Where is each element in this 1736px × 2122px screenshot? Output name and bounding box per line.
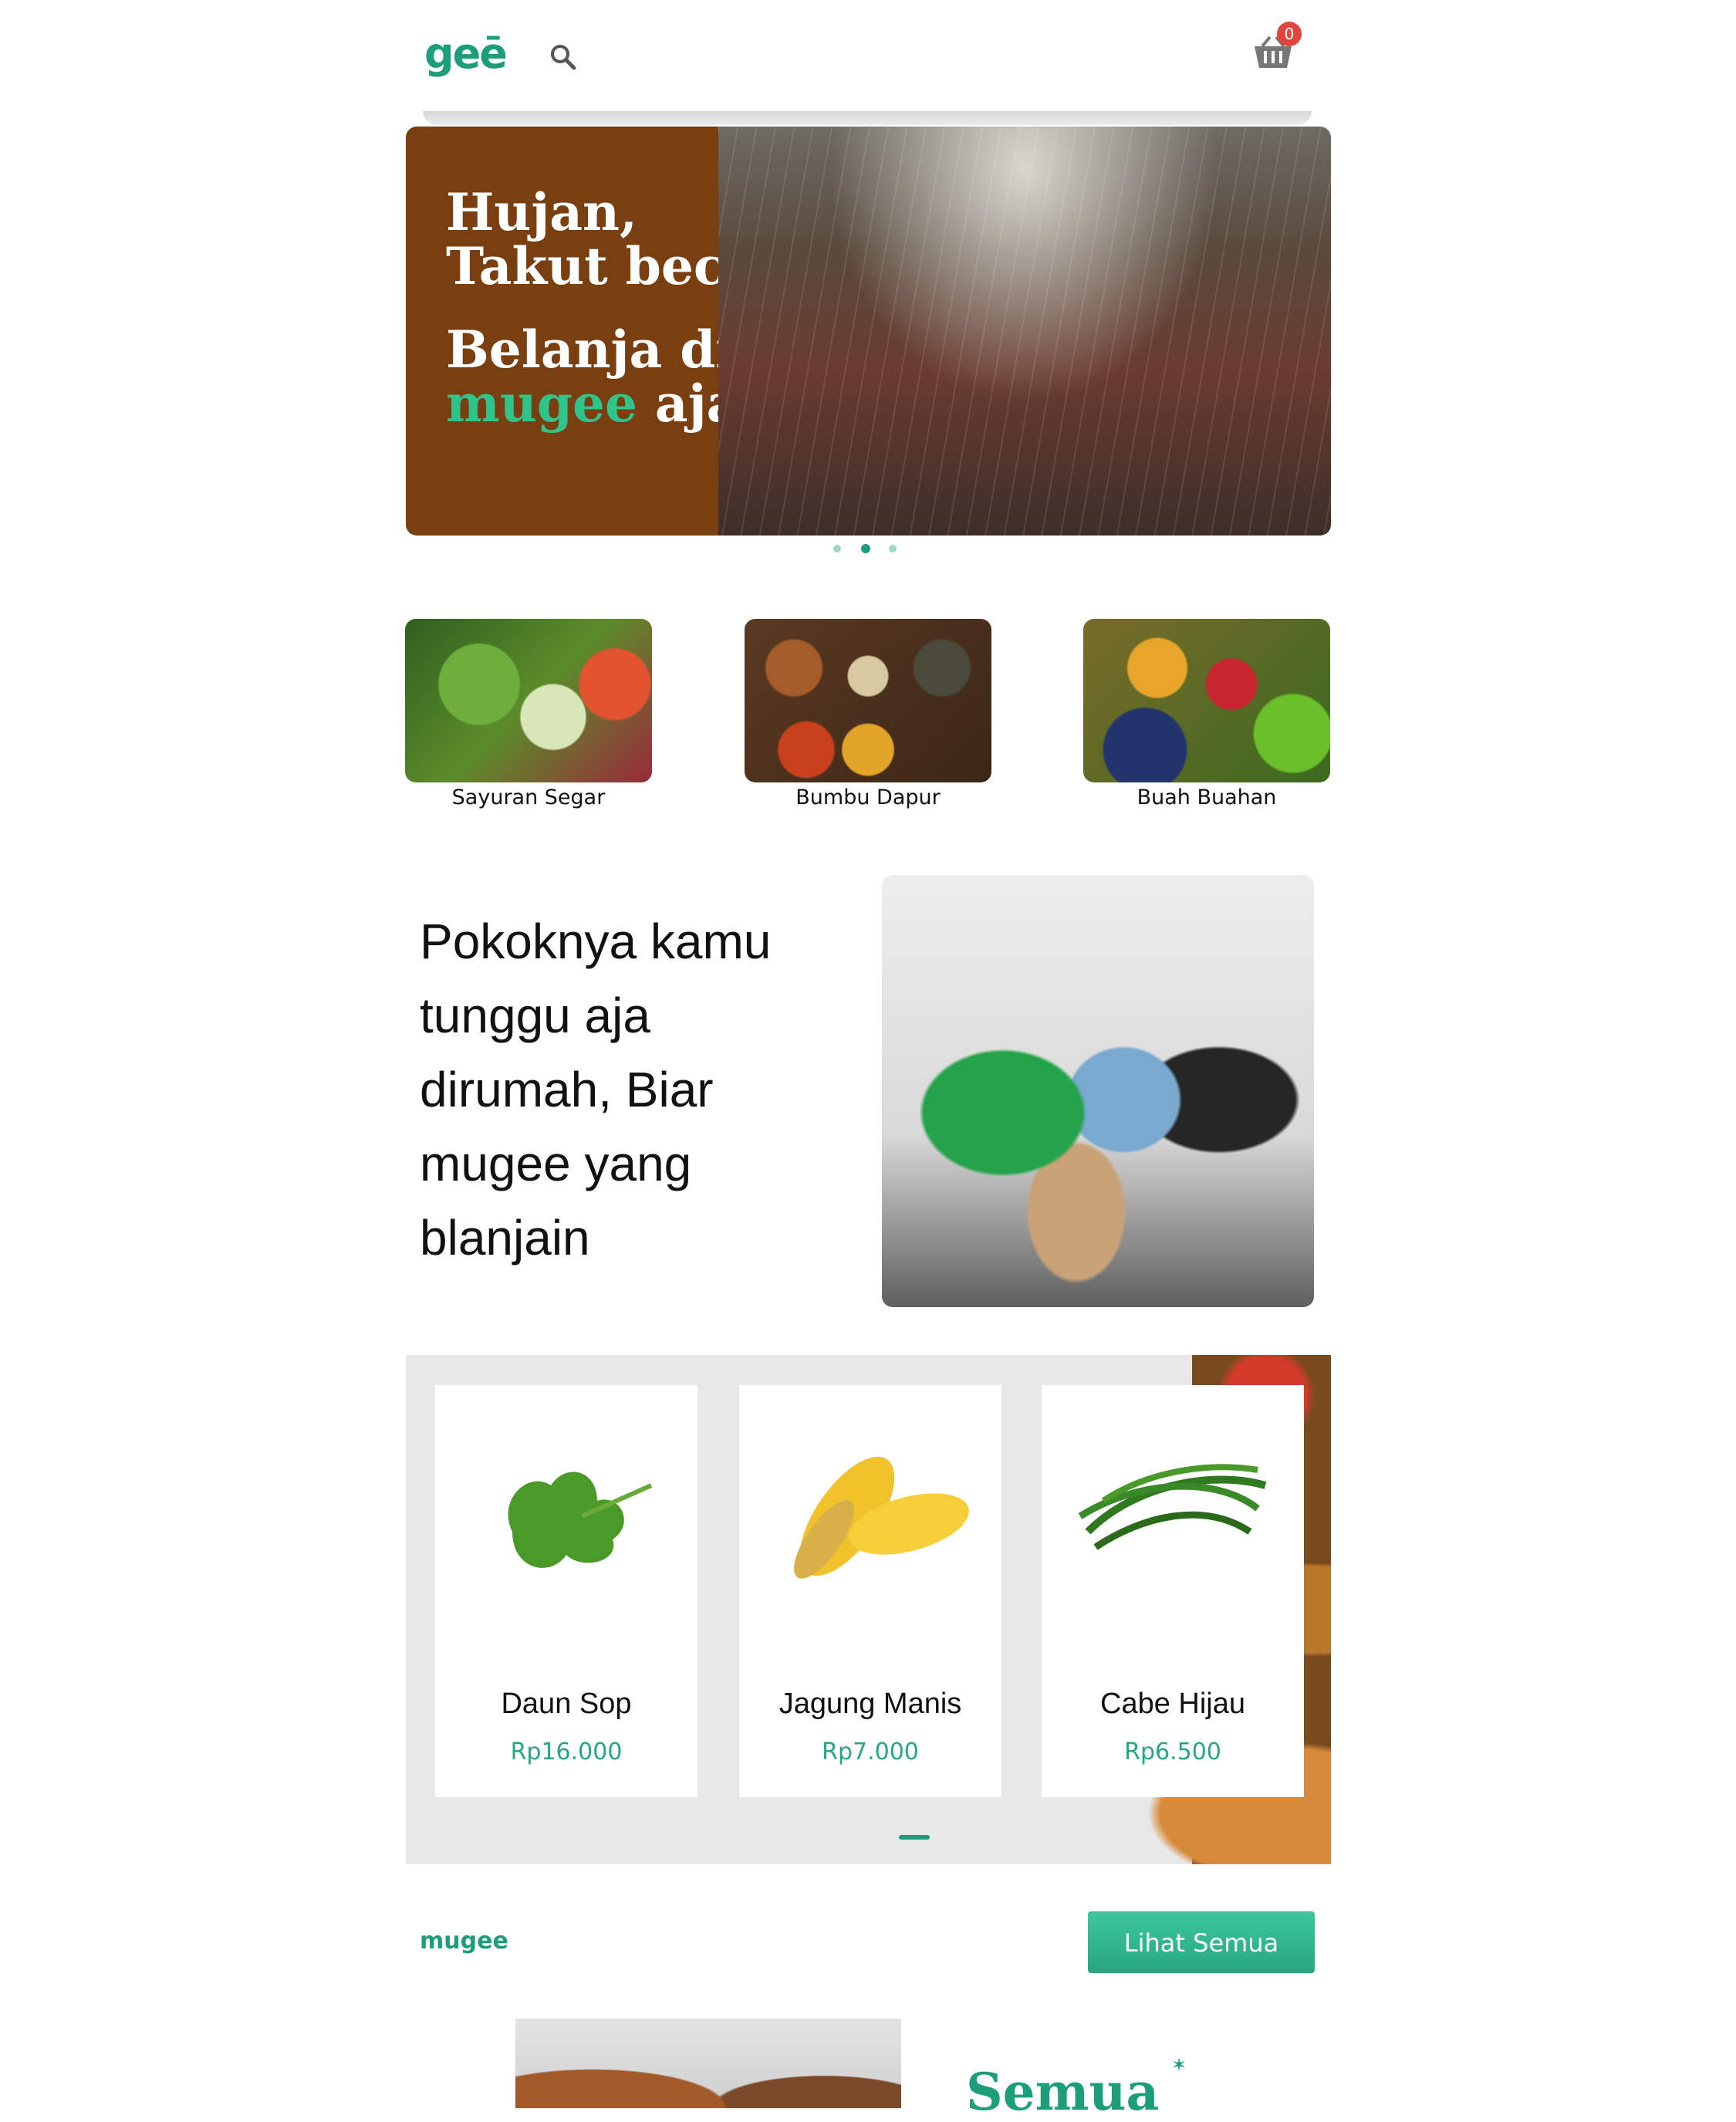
- hero-banner[interactable]: Hujan, Takut becek? Belanja di mugee aja: [406, 127, 1331, 536]
- product-price: Rp6.500: [1124, 1738, 1221, 1766]
- product-card[interactable]: Jagung Manis Rp7.000: [739, 1385, 1001, 1797]
- header-divider: [423, 111, 1312, 125]
- pagination-dot[interactable]: [833, 545, 841, 552]
- banner-text-panel: Hujan, Takut becek? Belanja di mugee aja: [406, 127, 822, 536]
- promo-headline: Pokoknya kamu tunggu aja dirumah, Biar m…: [420, 914, 772, 1265]
- teaser-title: Semua: [966, 2062, 1160, 2122]
- teaser-image: [515, 2019, 901, 2108]
- product-name: Daun Sop: [501, 1688, 632, 1720]
- see-all-button[interactable]: Lihat Semua: [1088, 1911, 1315, 1973]
- product-price: Rp7.000: [822, 1738, 919, 1766]
- category-spices-image[interactable]: [745, 619, 991, 782]
- category-vegetables-image[interactable]: [405, 619, 652, 782]
- cart-count-badge: 0: [1277, 22, 1302, 46]
- product-card[interactable]: Daun Sop Rp16.000: [435, 1385, 697, 1797]
- pagination-dot[interactable]: [889, 545, 897, 552]
- product-name: Cabe Hijau: [1100, 1688, 1245, 1720]
- category-label[interactable]: Buah Buahan: [1083, 786, 1330, 809]
- sparkle-icon: ✶: [1171, 2054, 1187, 2076]
- product-image-celery: [508, 1472, 653, 1568]
- category-fruits-image[interactable]: [1083, 619, 1330, 782]
- product-image-green-chili: [1078, 1464, 1267, 1550]
- banner-brand: mugee: [446, 373, 637, 434]
- pagination-dot-active[interactable]: [861, 544, 870, 553]
- product-price: Rp16.000: [510, 1738, 623, 1766]
- banner-pagination: [833, 544, 903, 556]
- product-name: Jagung Manis: [778, 1688, 962, 1720]
- category-label[interactable]: Sayuran Segar: [405, 786, 652, 809]
- category-label[interactable]: Bumbu Dapur: [745, 786, 991, 809]
- app-logo[interactable]: geē: [424, 29, 508, 78]
- search-icon[interactable]: [548, 42, 579, 73]
- delivery-promo-image: [882, 875, 1314, 1307]
- banner-line-1: Hujan,: [446, 182, 637, 242]
- product-carousel-indicator[interactable]: [899, 1835, 930, 1840]
- banner-market-image: [718, 127, 1331, 536]
- product-card[interactable]: Cabe Hijau Rp6.500: [1042, 1385, 1304, 1797]
- product-image-corn: [794, 1456, 969, 1579]
- brand-mini-logo: mugee: [420, 1928, 508, 1955]
